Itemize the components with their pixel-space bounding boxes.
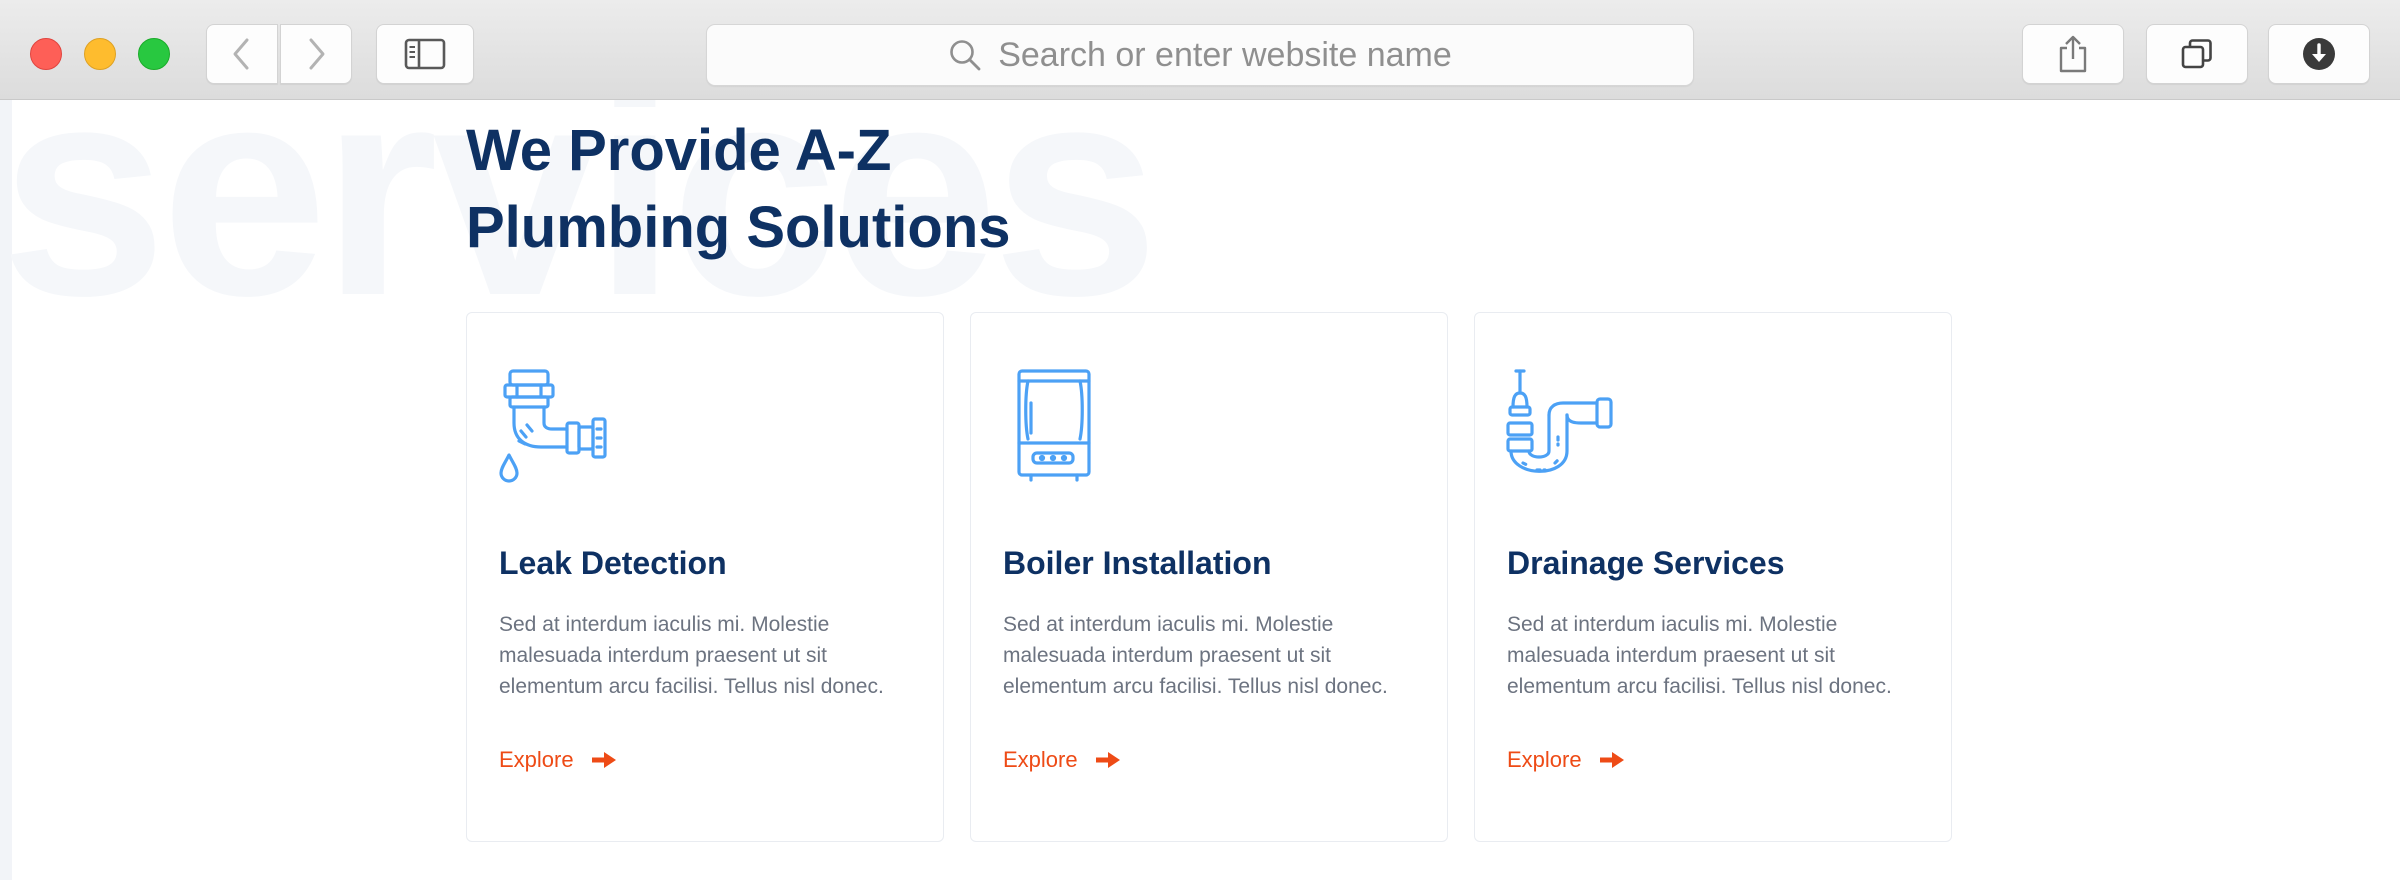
search-icon <box>950 40 981 71</box>
arrow-right-icon <box>1095 752 1120 768</box>
download-icon <box>2303 38 2335 70</box>
section-heading: We Provide A-Z Plumbing Solutions <box>466 112 1266 266</box>
service-card-drainage-services: Drainage Services Sed at interdum iaculi… <box>1474 312 1952 842</box>
card-description: Sed at interdum iaculis mi. Molestie mal… <box>499 613 884 698</box>
card-title: Boiler Installation <box>1003 545 1272 581</box>
browser-toolbar: Search or enter website name <box>0 0 2400 100</box>
drain-pipe-icon <box>1506 369 1613 473</box>
tabs-icon <box>2181 39 2212 69</box>
back-icon <box>233 38 249 70</box>
service-card-boiler-installation: Boiler Installation Sed at interdum iacu… <box>970 312 1448 842</box>
explore-link[interactable]: Explore <box>499 747 616 773</box>
maximize-window-button[interactable] <box>138 38 170 70</box>
close-window-button[interactable] <box>30 38 62 70</box>
card-title: Drainage Services <box>1507 545 1785 581</box>
leaking-pipe-icon <box>499 369 607 483</box>
share-button[interactable] <box>2022 24 2124 84</box>
boiler-icon <box>1017 369 1091 482</box>
card-title: Leak Detection <box>499 545 727 581</box>
explore-label: Explore <box>1003 747 1078 772</box>
explore-label: Explore <box>1507 747 1582 772</box>
share-icon <box>2059 35 2087 73</box>
minimize-window-button[interactable] <box>84 38 116 70</box>
forward-button[interactable] <box>280 24 352 84</box>
back-button[interactable] <box>206 24 278 84</box>
heading-line-2: Plumbing Solutions <box>466 195 1011 260</box>
downloads-button[interactable] <box>2268 24 2370 84</box>
service-card-leak-detection: Leak Detection Sed at interdum iaculis m… <box>466 312 944 842</box>
tab-overview-button[interactable] <box>2146 24 2248 84</box>
page-viewport: services We Provide A-Z Plumbing Solutio… <box>0 100 2400 880</box>
explore-label: Explore <box>499 747 574 772</box>
forward-icon <box>309 38 325 70</box>
heading-line-1: We Provide A-Z <box>466 118 892 183</box>
explore-link[interactable]: Explore <box>1003 747 1120 773</box>
arrow-right-icon <box>1599 752 1624 768</box>
card-description: Sed at interdum iaculis mi. Molestie mal… <box>1003 613 1388 698</box>
sidebar-toggle-button[interactable] <box>376 24 474 84</box>
explore-link[interactable]: Explore <box>1507 747 1624 773</box>
sidebar-icon <box>404 38 446 70</box>
card-description: Sed at interdum iaculis mi. Molestie mal… <box>1507 613 1892 698</box>
arrow-right-icon <box>591 752 616 768</box>
address-bar[interactable]: Search or enter website name <box>706 24 1694 86</box>
address-placeholder: Search or enter website name <box>998 35 1452 74</box>
